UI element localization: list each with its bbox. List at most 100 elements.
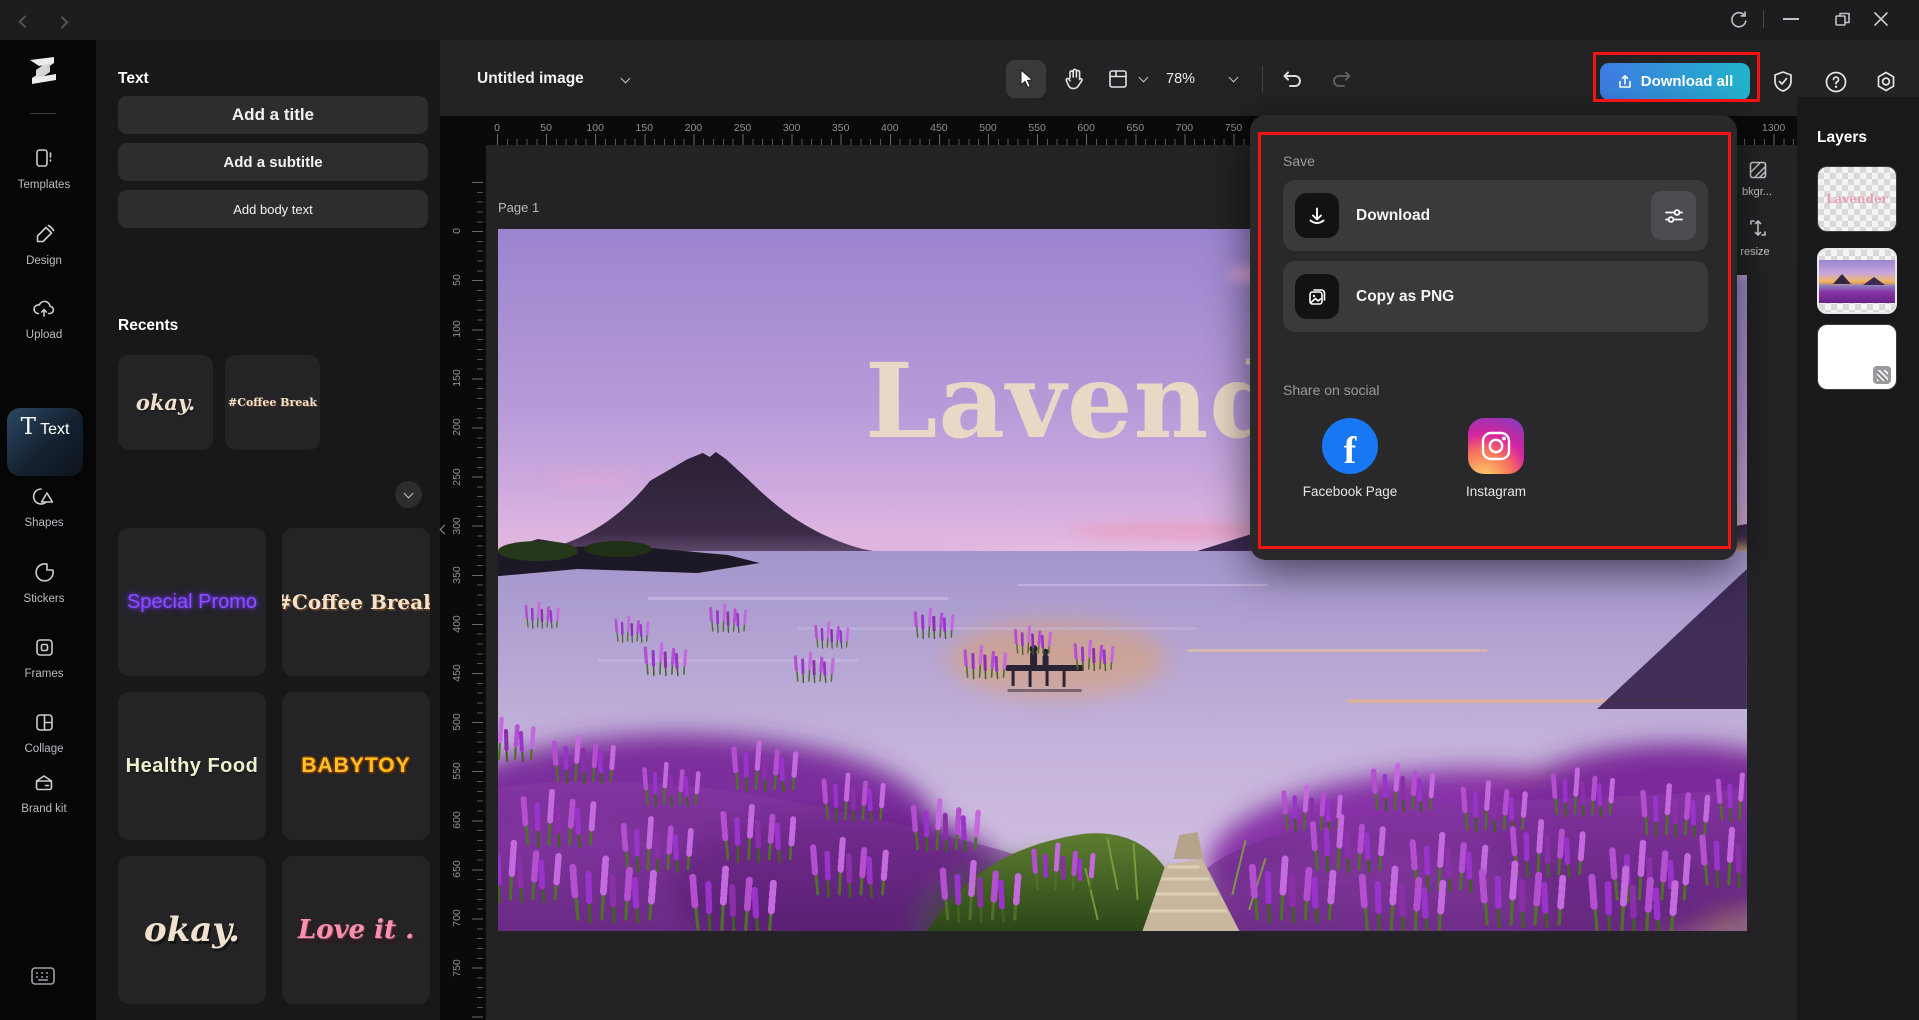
ruler-v-label: 50 xyxy=(451,274,463,286)
keyboard-shortcuts-icon[interactable] xyxy=(29,964,57,988)
zoom-level[interactable]: 78% xyxy=(1166,71,1195,87)
add-body-text-button[interactable]: Add body text xyxy=(118,190,428,228)
expand-recents-button[interactable] xyxy=(395,481,422,508)
text-style-okay[interactable]: okay. xyxy=(118,856,266,1004)
document-title[interactable]: Untitled image xyxy=(477,70,584,88)
style-label: #Coffee Break xyxy=(282,590,430,614)
ruler-v-label: 150 xyxy=(451,370,463,388)
add-title-button[interactable]: Add a title xyxy=(118,96,428,134)
recents-heading: Recents xyxy=(118,317,178,335)
text-style-healthy-food[interactable]: Healthy Food xyxy=(118,692,266,840)
layout-chevron-icon[interactable] xyxy=(1139,73,1149,83)
style-label: Special Promo xyxy=(127,591,257,614)
cursor-icon xyxy=(1017,69,1035,89)
download-settings-button[interactable] xyxy=(1651,191,1696,240)
refresh-icon[interactable] xyxy=(1728,8,1750,30)
chevron-down-icon xyxy=(404,488,414,498)
app-window: Templates Design Upload T Text Shapes St… xyxy=(0,0,1919,1020)
close-icon[interactable] xyxy=(1872,10,1890,28)
privacy-shield-icon[interactable] xyxy=(1772,70,1794,94)
text-style-coffee-break[interactable]: #Coffee Break xyxy=(282,528,430,676)
resize-icon[interactable] xyxy=(1748,218,1768,238)
download-popup: Save Download Copy as PNG Share on socia… xyxy=(1250,115,1737,560)
nav-back-icon[interactable] xyxy=(15,12,34,31)
ruler-h-label: 700 xyxy=(1176,122,1194,134)
layers-title: Layers xyxy=(1817,129,1867,147)
download-icon xyxy=(1306,205,1328,227)
copy-as-png-option[interactable]: Copy as PNG xyxy=(1283,261,1708,332)
download-tile xyxy=(1295,193,1339,238)
restore-icon[interactable] xyxy=(1834,10,1852,28)
sidebar-item-label: Text xyxy=(40,421,69,438)
settings-gear-icon[interactable] xyxy=(1874,70,1898,94)
sidebar-item-shapes[interactable]: Shapes xyxy=(2,485,86,531)
sidebar-item-collage[interactable]: Collage xyxy=(2,711,86,757)
text-style-love-it[interactable]: Love it . xyxy=(282,856,430,1004)
undo-icon[interactable] xyxy=(1280,66,1306,92)
ruler-v-label: 400 xyxy=(451,615,463,633)
hand-tool-button[interactable] xyxy=(1056,62,1092,96)
collapse-panel-button[interactable] xyxy=(441,516,457,542)
layout-tool-button[interactable] xyxy=(1100,62,1136,96)
add-subtitle-button[interactable]: Add a subtitle xyxy=(118,143,428,181)
sidebar-item-label: Upload xyxy=(2,328,86,343)
share-section-label: Share on social xyxy=(1283,382,1380,398)
sidebar-item-frames[interactable]: Frames xyxy=(2,636,86,682)
nav-forward-icon[interactable] xyxy=(53,12,72,31)
sidebar-item-brand-kit[interactable]: Brand kit xyxy=(2,771,86,817)
ruler-v-label: 0 xyxy=(451,228,463,234)
layer-thumb-photo[interactable] xyxy=(1817,248,1897,314)
facebook-share-button[interactable]: f xyxy=(1322,418,1378,474)
collage-icon xyxy=(33,711,56,734)
ruler-h-label: 100 xyxy=(586,122,604,134)
style-label: BABYTOY xyxy=(301,754,410,778)
ruler-h-label: 400 xyxy=(881,122,899,134)
sidebar-item-upload[interactable]: Upload xyxy=(2,297,86,343)
share-upload-icon xyxy=(1617,74,1633,90)
instagram-icon xyxy=(1479,429,1513,463)
sidebar-item-templates[interactable]: Templates xyxy=(2,147,86,193)
text-style-special-promo[interactable]: Special Promo xyxy=(118,528,266,676)
recent-text-okay[interactable]: okay. xyxy=(118,355,213,450)
layers-panel: Layers Lavender xyxy=(1797,97,1919,1020)
select-tool-button[interactable] xyxy=(1006,60,1046,98)
sidebar-item-text[interactable]: T Text xyxy=(7,408,83,476)
background-icon[interactable] xyxy=(1748,160,1768,180)
minimize-icon[interactable] xyxy=(1783,18,1799,20)
redo-icon[interactable] xyxy=(1328,66,1354,92)
zoom-chevron-icon[interactable] xyxy=(1229,73,1239,83)
sidebar-item-label: Collage xyxy=(2,742,86,757)
copy-image-icon xyxy=(1306,286,1328,308)
copy-tile xyxy=(1295,274,1339,319)
ruler-v-label: 500 xyxy=(451,713,463,731)
ruler-h-label: 0 xyxy=(494,122,500,134)
document-title-chevron-icon[interactable] xyxy=(621,74,631,84)
text-style-babytoy[interactable]: BABYTOY xyxy=(282,692,430,840)
templates-icon xyxy=(33,147,56,170)
style-label: Love it . xyxy=(298,915,414,945)
ruler-v-label: 450 xyxy=(451,664,463,682)
sidebar-item-stickers[interactable]: Stickers xyxy=(2,561,86,607)
ruler-v-label: 250 xyxy=(451,468,463,486)
download-all-button[interactable]: Download all xyxy=(1600,63,1750,100)
download-option[interactable]: Download xyxy=(1283,180,1708,251)
sidebar-item-design[interactable]: Design xyxy=(2,223,86,269)
help-icon[interactable] xyxy=(1824,70,1848,94)
download-all-label: Download all xyxy=(1641,73,1734,90)
chevron-left-icon xyxy=(440,524,450,534)
copy-option-label: Copy as PNG xyxy=(1356,288,1454,306)
layer-thumb-text[interactable]: Lavender xyxy=(1817,166,1897,232)
recent-text-coffee-break[interactable]: #Coffee Break xyxy=(225,355,320,450)
style-label: Healthy Food xyxy=(126,755,259,778)
ruler-h-label: 1300 xyxy=(1762,122,1785,134)
layer-thumb-text-label: Lavender xyxy=(1818,167,1896,231)
save-section-label: Save xyxy=(1283,153,1315,169)
ruler-h-label: 650 xyxy=(1127,122,1145,134)
ruler-v-label: 550 xyxy=(451,762,463,780)
recent-label: okay. xyxy=(136,390,195,415)
instagram-share-button[interactable] xyxy=(1468,418,1524,474)
sliders-icon xyxy=(1663,206,1685,226)
ruler-v-label: 650 xyxy=(451,861,463,879)
layer-thumb-canvas[interactable] xyxy=(1817,324,1897,390)
instagram-share-label: Instagram xyxy=(1436,483,1556,501)
